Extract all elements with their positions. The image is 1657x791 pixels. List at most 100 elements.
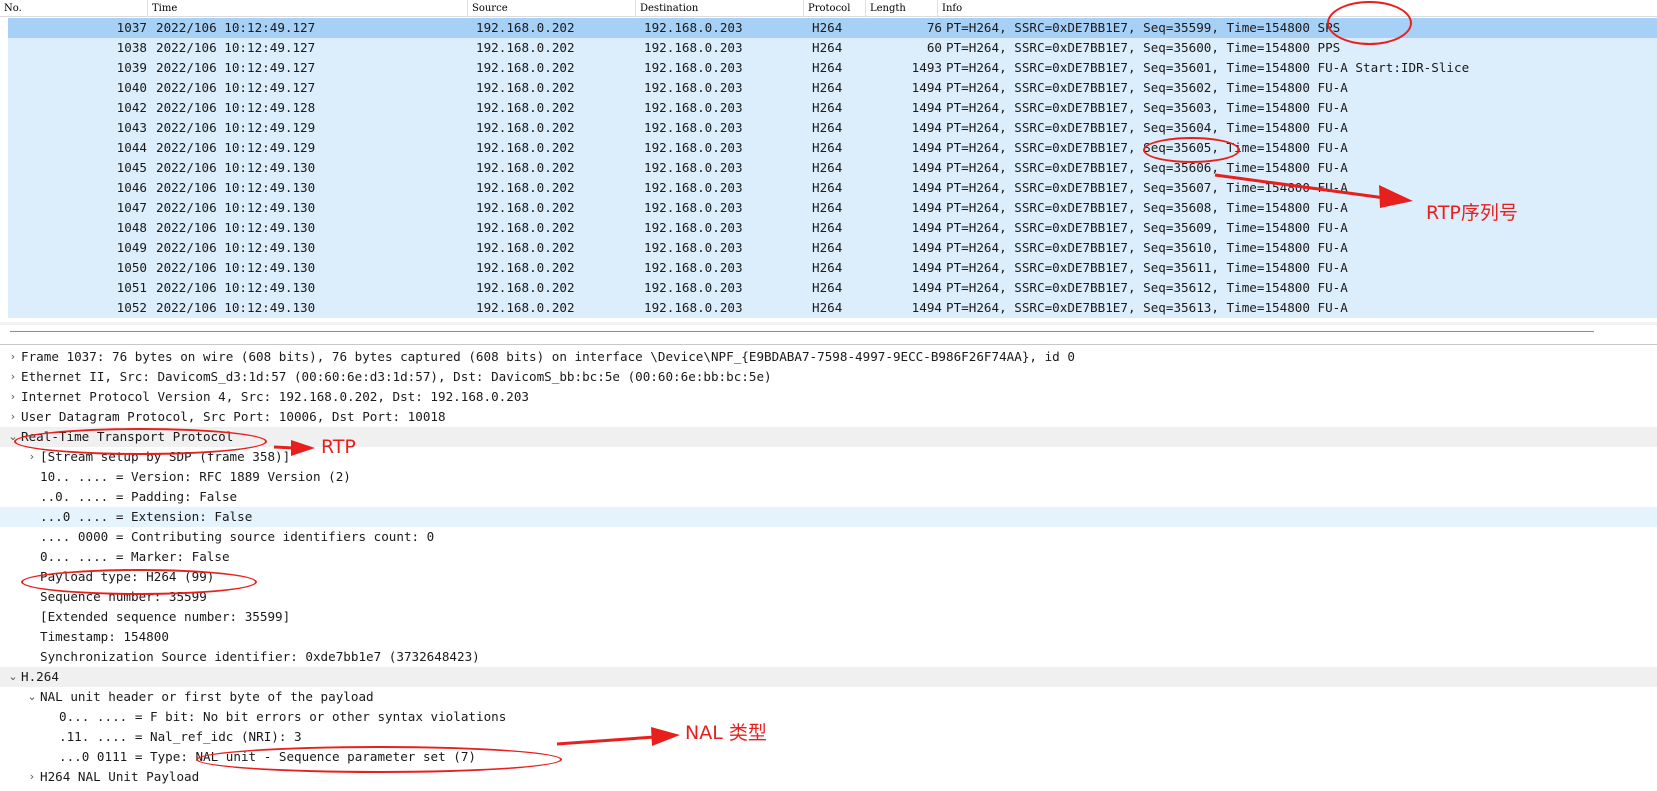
packet-time: 2022/106 10:12:49.130: [156, 180, 316, 195]
tree-item[interactable]: Timestamp: 154800: [0, 627, 1657, 647]
chevron-right-icon[interactable]: ›: [6, 407, 20, 427]
tree-item[interactable]: 0... .... = Marker: False: [0, 547, 1657, 567]
packet-no: 1048: [116, 220, 147, 235]
packet-row[interactable]: 1048 2022/106 10:12:49.130 192.168.0.202 19…: [8, 218, 1657, 238]
packet-protocol: H264: [812, 160, 843, 175]
column-header-destination[interactable]: Destination: [636, 0, 804, 17]
packet-no: 1051: [116, 280, 147, 295]
packet-info: PT=H264, SSRC=0xDE7BB1E7, Seq=35603, Tim…: [946, 100, 1348, 115]
packet-protocol: H264: [812, 80, 843, 95]
packet-row[interactable]: 1049 2022/106 10:12:49.130 192.168.0.202 19…: [8, 238, 1657, 258]
packet-list-bottom-edge: [0, 322, 1657, 325]
packet-source: 192.168.0.202: [476, 120, 575, 135]
packet-row[interactable]: 1051 2022/106 10:12:49.130 192.168.0.202 19…: [8, 278, 1657, 298]
tree-item[interactable]: Sequence number: 35599: [0, 587, 1657, 607]
tree-item[interactable]: .... 0000 = Contributing source identifi…: [0, 527, 1657, 547]
tree-item[interactable]: › Ethernet II, Src: DavicomS_d3:1d:57 (00…: [0, 367, 1657, 387]
packet-row[interactable]: 1047 2022/106 10:12:49.130 192.168.0.202 19…: [8, 198, 1657, 218]
column-header-source[interactable]: Source: [468, 0, 636, 17]
packet-length: 1493: [911, 60, 942, 75]
packet-no: 1039: [116, 60, 147, 75]
packet-destination: 192.168.0.203: [644, 280, 743, 295]
packet-source: 192.168.0.202: [476, 20, 575, 35]
tree-item-label: ...0 .... = Extension: False: [40, 509, 253, 524]
annotation-ellipse-nal-type: [196, 746, 562, 773]
column-header-time[interactable]: Time: [148, 0, 468, 17]
packet-no: 1044: [116, 140, 147, 155]
chevron-right-icon[interactable]: ›: [6, 347, 20, 367]
packet-length: 1494: [911, 220, 942, 235]
packet-info: PT=H264, SSRC=0xDE7BB1E7, Seq=35607, Tim…: [946, 180, 1348, 195]
packet-protocol: H264: [812, 260, 843, 275]
packet-source: 192.168.0.202: [476, 180, 575, 195]
packet-row[interactable]: 1039 2022/106 10:12:49.127 192.168.0.202 19…: [8, 58, 1657, 78]
packet-source: 192.168.0.202: [476, 200, 575, 215]
packet-length: 1494: [911, 300, 942, 315]
packet-no: 1046: [116, 180, 147, 195]
tree-item[interactable]: Synchronization Source identifier: 0xde7…: [0, 647, 1657, 667]
tree-item[interactable]: › Frame 1037: 76 bytes on wire (608 bits)…: [0, 347, 1657, 367]
packet-row[interactable]: 1042 2022/106 10:12:49.128 192.168.0.202 19…: [8, 98, 1657, 118]
chevron-right-icon[interactable]: ›: [25, 767, 39, 787]
packet-row[interactable]: 1045 2022/106 10:12:49.130 192.168.0.202 19…: [8, 158, 1657, 178]
tree-item[interactable]: › H264 NAL Unit Payload: [0, 767, 1657, 787]
packet-row[interactable]: 1044 2022/106 10:12:49.129 192.168.0.202 19…: [8, 138, 1657, 158]
packet-info: PT=H264, SSRC=0xDE7BB1E7, Seq=35610, Tim…: [946, 240, 1348, 255]
packet-no: 1052: [116, 300, 147, 315]
tree-item[interactable]: › User Datagram Protocol, Src Port: 10006…: [0, 407, 1657, 427]
packet-row[interactable]: 1043 2022/106 10:12:49.129 192.168.0.202 19…: [8, 118, 1657, 138]
packet-destination: 192.168.0.203: [644, 100, 743, 115]
tree-item[interactable]: 0... .... = F bit: No bit errors or othe…: [0, 707, 1657, 727]
column-header-length[interactable]: Length: [866, 0, 938, 17]
packet-info: PT=H264, SSRC=0xDE7BB1E7, Seq=35606, Tim…: [946, 160, 1348, 175]
packet-time: 2022/106 10:12:49.127: [156, 80, 316, 95]
packet-destination: 192.168.0.203: [644, 180, 743, 195]
tree-item[interactable]: [Extended sequence number: 35599]: [0, 607, 1657, 627]
column-header-no[interactable]: No.: [0, 0, 148, 17]
tree-item-label: Ethernet II, Src: DavicomS_d3:1d:57 (00:…: [21, 369, 772, 384]
chevron-down-icon[interactable]: ⌄: [6, 667, 20, 687]
packet-time: 2022/106 10:12:49.130: [156, 280, 316, 295]
packet-row[interactable]: 1040 2022/106 10:12:49.127 192.168.0.202 19…: [8, 78, 1657, 98]
chevron-right-icon[interactable]: ›: [6, 367, 20, 387]
packet-time: 2022/106 10:12:49.130: [156, 240, 316, 255]
packet-protocol: H264: [812, 40, 843, 55]
chevron-down-icon[interactable]: ⌄: [25, 687, 39, 707]
tree-item-label: Frame 1037: 76 bytes on wire (608 bits),…: [21, 349, 1075, 364]
packet-no: 1038: [116, 40, 147, 55]
tree-item[interactable]: ..0. .... = Padding: False: [0, 487, 1657, 507]
packet-time: 2022/106 10:12:49.130: [156, 200, 316, 215]
packet-protocol: H264: [812, 240, 843, 255]
packet-row[interactable]: 1046 2022/106 10:12:49.130 192.168.0.202 19…: [8, 178, 1657, 198]
tree-item[interactable]: ...0 .... = Extension: False: [0, 507, 1657, 527]
packet-no: 1043: [116, 120, 147, 135]
packet-no: 1040: [116, 80, 147, 95]
packet-list-pane[interactable]: No. Time Source Destination Protocol Len…: [0, 0, 1657, 325]
chevron-right-icon[interactable]: ›: [6, 387, 20, 407]
packet-destination: 192.168.0.203: [644, 80, 743, 95]
packet-time: 2022/106 10:12:49.130: [156, 160, 316, 175]
packet-protocol: H264: [812, 220, 843, 235]
packet-row[interactable]: 1038 2022/106 10:12:49.127 192.168.0.202 19…: [8, 38, 1657, 58]
tree-item[interactable]: .11. .... = Nal_ref_idc (NRI): 3: [0, 727, 1657, 747]
tree-item-label: Internet Protocol Version 4, Src: 192.16…: [21, 389, 529, 404]
packet-length: 76: [926, 20, 942, 35]
tree-item[interactable]: › [Stream setup by SDP (frame 358)]: [0, 447, 1657, 467]
tree-item[interactable]: ⌄ H.264: [0, 667, 1657, 687]
horizontal-scrollbar[interactable]: [10, 331, 1594, 332]
packet-row[interactable]: 1052 2022/106 10:12:49.130 192.168.0.202 19…: [8, 298, 1657, 318]
tree-item[interactable]: › Internet Protocol Version 4, Src: 192.1…: [0, 387, 1657, 407]
pane-splitter[interactable]: [0, 344, 1657, 345]
packet-details-tree[interactable]: › Frame 1037: 76 bytes on wire (608 bits)…: [0, 347, 1657, 791]
tree-item-label: Timestamp: 154800: [40, 629, 169, 644]
column-header-protocol[interactable]: Protocol: [804, 0, 866, 17]
tree-item[interactable]: 10.. .... = Version: RFC 1889 Version (2…: [0, 467, 1657, 487]
chevron-right-icon[interactable]: ›: [25, 447, 39, 467]
tree-item[interactable]: ⌄ NAL unit header or first byte of the pa…: [0, 687, 1657, 707]
annotation-ellipse-payload-type: [21, 569, 257, 595]
packet-protocol: H264: [812, 120, 843, 135]
packet-row[interactable]: 1050 2022/106 10:12:49.130 192.168.0.202 19…: [8, 258, 1657, 278]
column-header-info[interactable]: Info: [938, 0, 1657, 17]
tree-item-label: .... 0000 = Contributing source identifi…: [40, 529, 435, 544]
annotation-label-rtp-seq: RTP序列号: [1426, 202, 1518, 224]
